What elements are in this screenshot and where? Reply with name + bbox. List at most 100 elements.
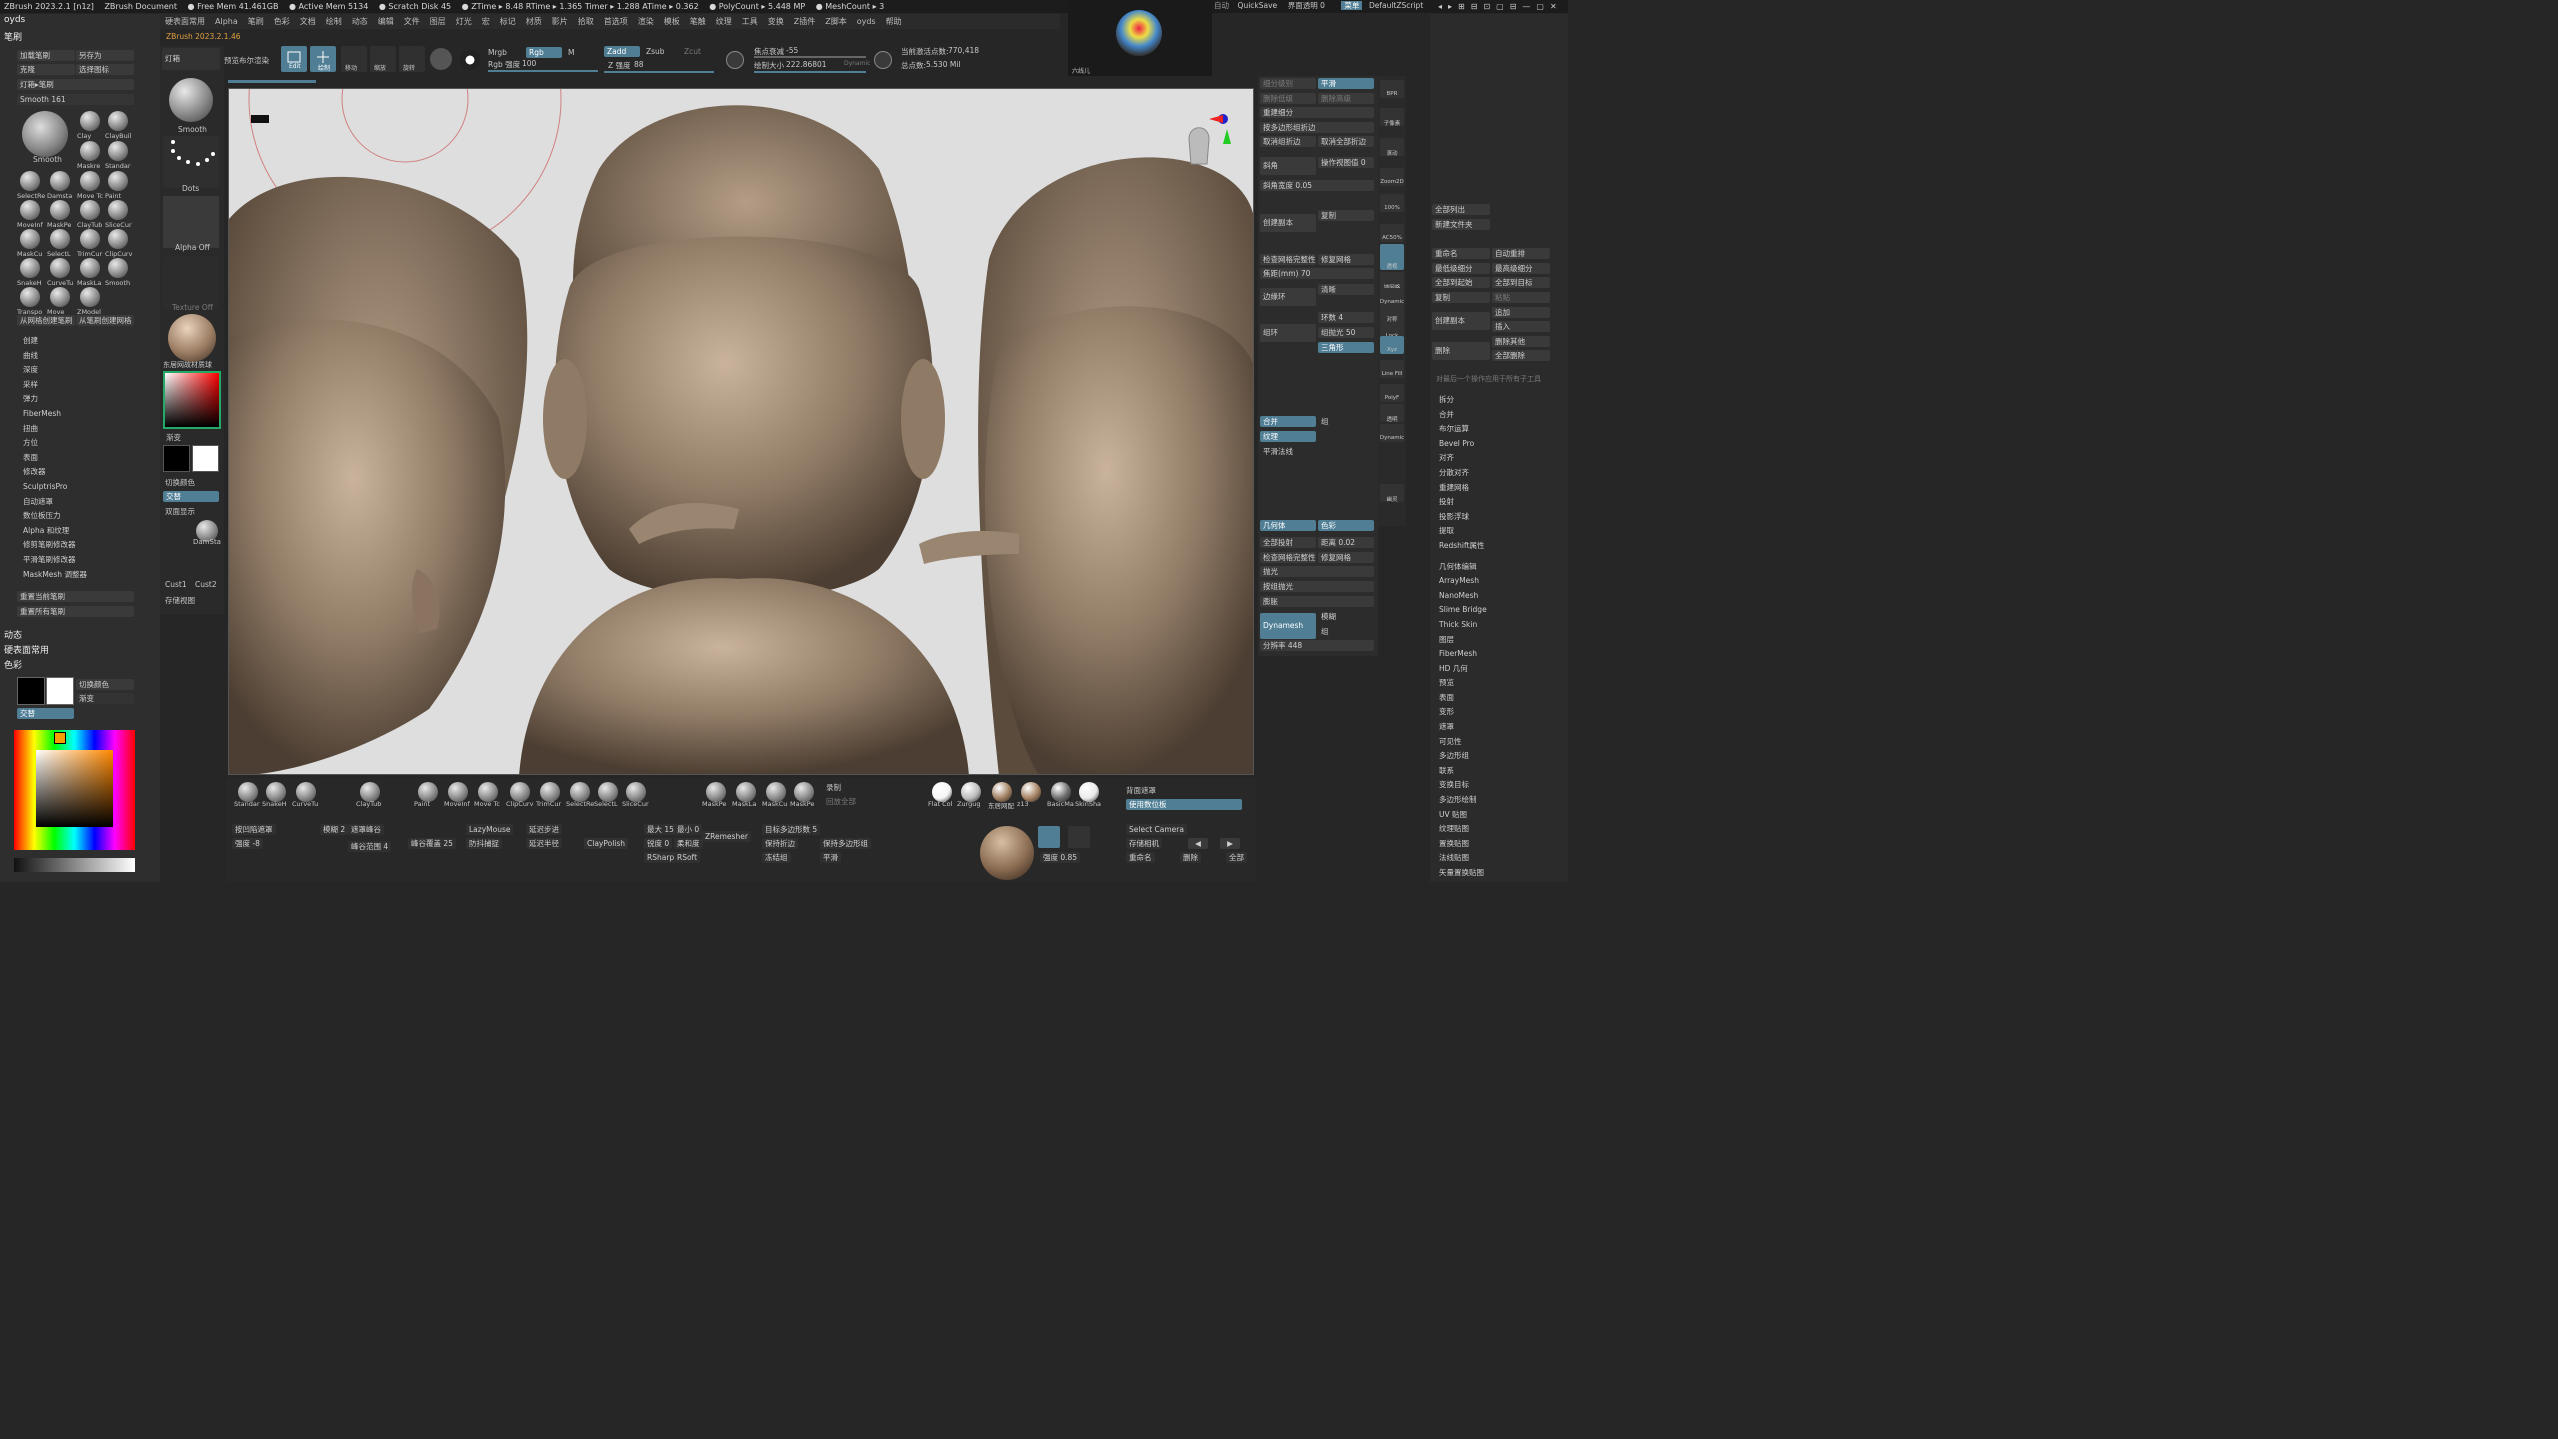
brush-icon[interactable]: [80, 141, 100, 161]
insert-button[interactable]: 插入: [1492, 321, 1550, 332]
secondary-color-swatch[interactable]: [46, 677, 74, 705]
bottom-control[interactable]: 存储相机: [1126, 838, 1162, 849]
menu-item[interactable]: 色彩: [269, 14, 295, 29]
reset-current-brush[interactable]: 重置当前笔刷: [17, 591, 134, 602]
subtool-menu-item[interactable]: 拆分: [1430, 393, 1568, 408]
distance-slider[interactable]: 距离 0.02: [1318, 537, 1374, 548]
fix-mesh[interactable]: 修复网格: [1318, 254, 1374, 265]
menu-item[interactable]: 笔触: [685, 14, 711, 29]
op-view-value[interactable]: 操作视图值 0: [1318, 157, 1374, 168]
clarity-button[interactable]: 清晰: [1318, 284, 1374, 295]
subtool-menu-item[interactable]: 变形: [1430, 705, 1568, 720]
menu-twist[interactable]: 扭曲: [14, 422, 144, 437]
bottom-brush-icon[interactable]: [626, 782, 646, 802]
dynamic-button[interactable]: Dynamic: [844, 60, 870, 67]
highest-subdiv-button[interactable]: 最高级细分: [1492, 263, 1550, 274]
light-bulb-off-icon[interactable]: [1068, 826, 1090, 848]
menu-item[interactable]: 笔刷: [243, 14, 269, 29]
brush-icon[interactable]: [108, 171, 128, 191]
scale-tool-button[interactable]: 缩放: [370, 46, 396, 72]
material-icon[interactable]: [961, 782, 981, 802]
record-button[interactable]: 录制: [826, 782, 841, 793]
subtool-menu-item[interactable]: 图层: [1430, 633, 1568, 648]
mini-primary-color[interactable]: [163, 445, 190, 472]
subtool-menu-item[interactable]: 布尔运算: [1430, 422, 1568, 437]
brush-icon[interactable]: [80, 287, 100, 307]
menu-sample[interactable]: 采样: [14, 378, 144, 393]
menu-trim-modifiers[interactable]: 修剪笔刷修改器: [14, 538, 144, 553]
ui-transparency-slider[interactable]: 界面透明 0: [1288, 1, 1325, 10]
navigation-preview[interactable]: 六线儿: [1068, 0, 1212, 76]
material-icon[interactable]: [992, 782, 1012, 802]
menu-depth[interactable]: 深度: [14, 363, 144, 378]
menu-item[interactable]: Z脚本: [820, 14, 851, 29]
menu-orientation[interactable]: 方位: [14, 436, 144, 451]
stroke-icon[interactable]: [163, 136, 219, 188]
brush-icon[interactable]: [20, 287, 40, 307]
menu-item[interactable]: Alpha: [210, 14, 243, 29]
zsub-button[interactable]: Zsub: [646, 47, 665, 56]
menu-smooth-modifiers[interactable]: 平滑笔刷修改器: [14, 553, 144, 568]
subtool-menu-item[interactable]: 对齐: [1430, 451, 1568, 466]
brush-icon[interactable]: [80, 111, 100, 131]
color-section[interactable]: 色彩: [4, 658, 22, 671]
subtool-menu-item[interactable]: 投影浮球: [1430, 510, 1568, 525]
rgb-intensity-value[interactable]: 100: [522, 59, 536, 68]
create-copy-button[interactable]: 创建副本: [1432, 312, 1490, 330]
backface-mask-button[interactable]: 背面遮罩: [1126, 785, 1156, 796]
uncrease-group[interactable]: 取消组折边: [1260, 136, 1316, 147]
lowest-subdiv-button[interactable]: 最低级细分: [1432, 263, 1490, 274]
move-tool-button[interactable]: 移动: [341, 46, 367, 72]
brush-icon[interactable]: [80, 229, 100, 249]
crease-pg-button[interactable]: 按多边形组折边: [1260, 122, 1374, 133]
double-sided-button[interactable]: 双面显示: [165, 506, 195, 517]
bottom-control[interactable]: Select Camera: [1126, 824, 1187, 835]
subtool-menu-item[interactable]: 重建网格: [1430, 481, 1568, 496]
bottom-brush-icon[interactable]: [766, 782, 786, 802]
reset-all-brushes[interactable]: 重置所有笔刷: [17, 606, 134, 617]
check-mesh-integrity[interactable]: 检查网格完整性: [1260, 254, 1316, 265]
auto-reorder-button[interactable]: 自动重排: [1492, 248, 1550, 259]
brush-icon[interactable]: [108, 200, 128, 220]
list-all-button[interactable]: 全部列出: [1432, 204, 1490, 215]
menu-tablet-pressure[interactable]: 数位板压力: [14, 509, 144, 524]
group-polish-slider[interactable]: 组抛光 50: [1318, 327, 1374, 338]
sphere-toggle-icon[interactable]: [430, 48, 452, 70]
save-as-button[interactable]: 另存为: [76, 50, 134, 61]
mini-color-picker[interactable]: [163, 371, 221, 429]
hardsurface-section[interactable]: 硬表面常用: [4, 643, 49, 656]
menu-item[interactable]: 渲染: [633, 14, 659, 29]
subtool-menu-item[interactable]: FiberMesh: [1430, 647, 1568, 662]
paste-button[interactable]: 粘贴: [1492, 292, 1550, 303]
menu-item[interactable]: 宏: [477, 14, 495, 29]
canvas-viewport[interactable]: [228, 88, 1254, 775]
bottom-control[interactable]: 遮罩峰谷: [348, 824, 384, 835]
bottom-brush-icon[interactable]: [570, 782, 590, 802]
bottom-control[interactable]: 最小 0: [674, 824, 703, 835]
dynamic-icon[interactable]: [874, 51, 892, 69]
brush-icon[interactable]: [108, 111, 128, 131]
group-loops-button[interactable]: 组环: [1260, 324, 1316, 342]
subtool-menu-item[interactable]: 预览: [1430, 676, 1568, 691]
triangle-button[interactable]: 三角形: [1318, 342, 1374, 353]
focal-shift-slider[interactable]: [754, 56, 866, 58]
bottom-control[interactable]: LazyMouse: [466, 824, 514, 835]
focal-shift-value[interactable]: -55: [786, 46, 798, 55]
brush-icon[interactable]: [80, 171, 100, 191]
geometry-tab[interactable]: 几何体: [1260, 520, 1316, 531]
delete-all-button[interactable]: 全部删除: [1492, 350, 1550, 361]
bevel-button[interactable]: 斜角: [1260, 157, 1316, 175]
menu-item[interactable]: 硬表面常用: [160, 14, 210, 29]
brush-icon[interactable]: [80, 258, 100, 278]
subtool-menu-item[interactable]: 可见性: [1430, 735, 1568, 750]
brush-icon[interactable]: [20, 229, 40, 249]
material-icon[interactable]: [1051, 782, 1071, 802]
window-controls[interactable]: ◂▸⊞⊟⊡▢⊟—▢✕: [1438, 2, 1564, 11]
bottom-control[interactable]: 保持折边: [762, 838, 798, 849]
subtool-menu-item[interactable]: 分散对齐: [1430, 466, 1568, 481]
playback-all-button[interactable]: 回放全部: [826, 796, 856, 807]
all-to-start-button[interactable]: 全部到起始: [1432, 277, 1490, 288]
gyro-icon[interactable]: [460, 50, 480, 70]
bottom-control[interactable]: ClayPolish: [584, 838, 629, 849]
delete-others-button[interactable]: 删除其他: [1492, 336, 1550, 347]
